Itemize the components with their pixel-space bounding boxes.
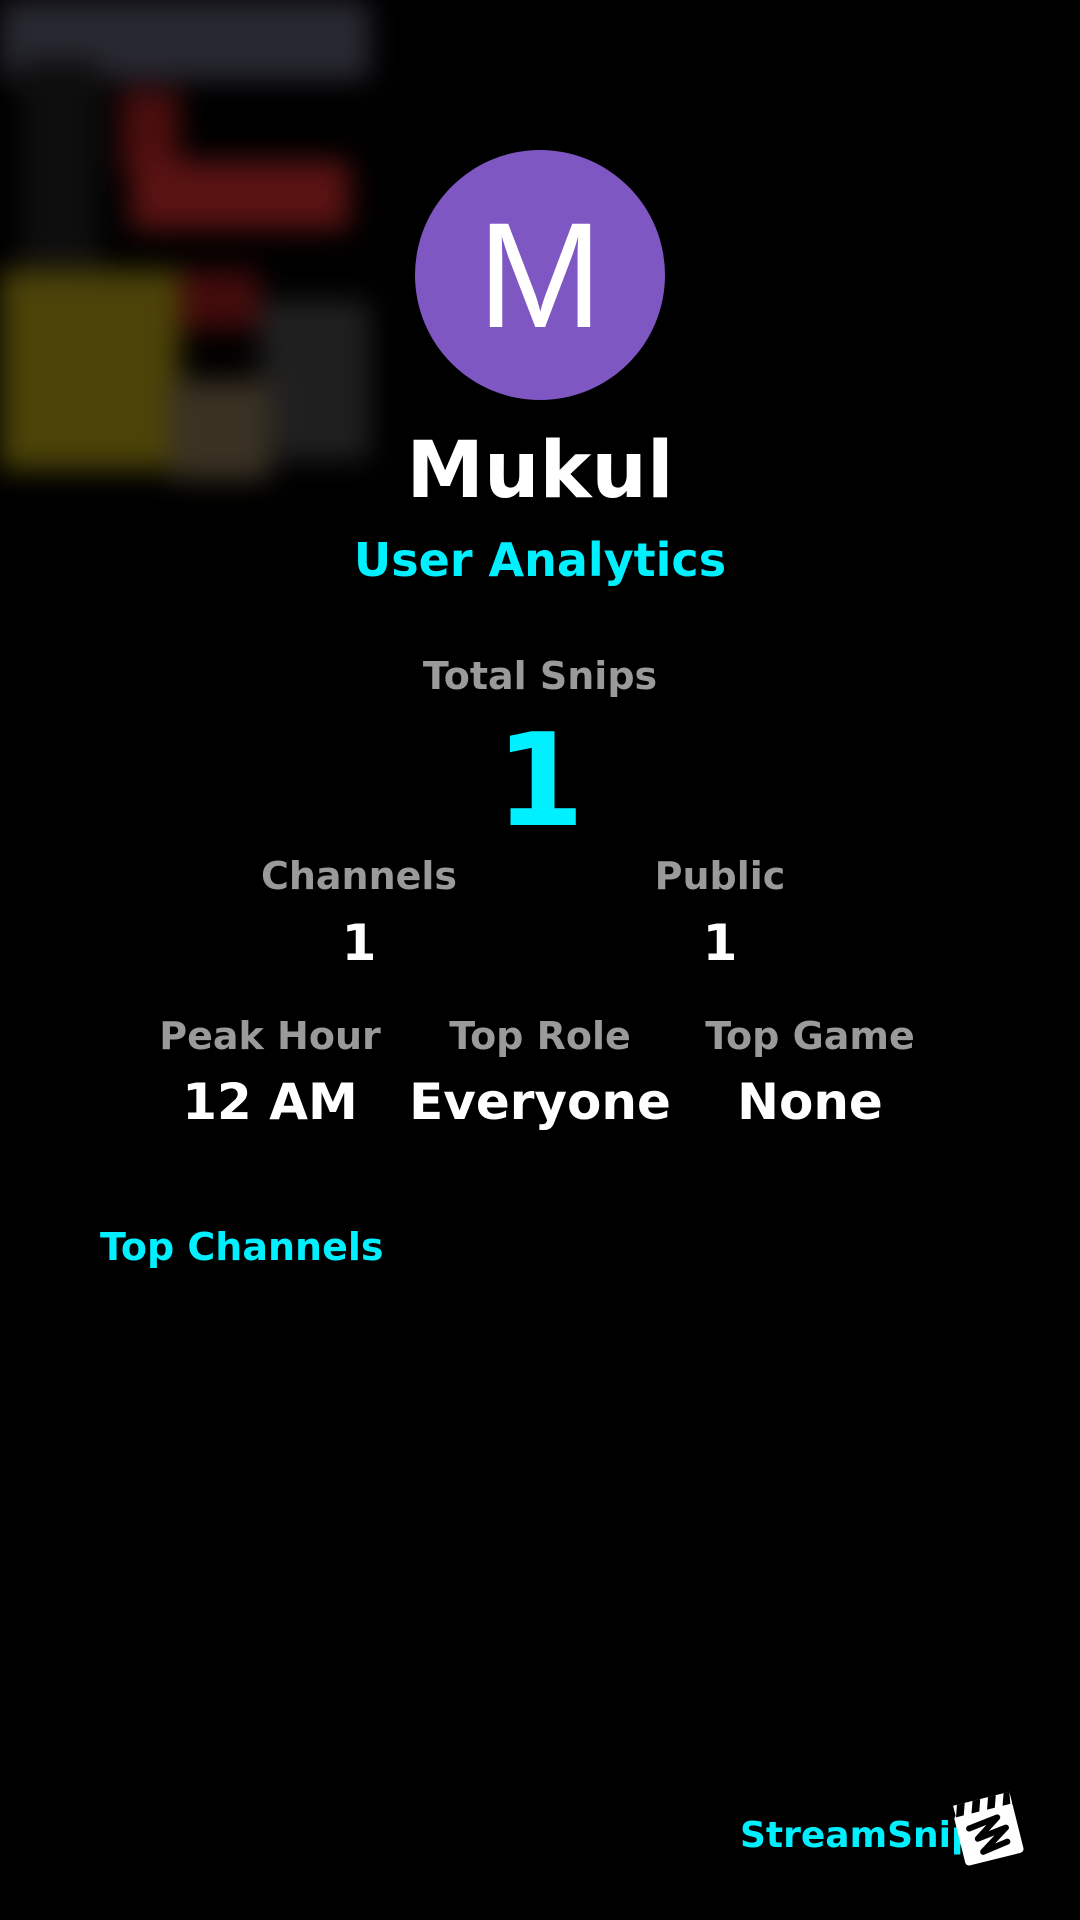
avatar: M	[415, 150, 665, 400]
channels-label: Channels	[260, 854, 458, 898]
brand-name: StreamSnip	[740, 1815, 977, 1856]
avatar-initial: M	[477, 191, 603, 359]
blurred-thumbnail-image	[0, 0, 370, 490]
channels-value: 1	[341, 914, 377, 972]
peak-hour-value: 12 AM	[182, 1073, 358, 1131]
top-role-value: Everyone	[409, 1073, 671, 1131]
top-role-label: Top Role	[449, 1014, 631, 1058]
username: Mukul	[406, 426, 674, 516]
page-subtitle: User Analytics	[353, 533, 727, 587]
public-label: Public	[654, 854, 786, 898]
top-game-value: None	[737, 1073, 883, 1131]
peak-hour-label: Peak Hour	[159, 1014, 381, 1058]
public-value: 1	[702, 914, 738, 972]
clapperboard-icon	[948, 1790, 1028, 1870]
top-channels-heading: Top Channels	[100, 1225, 384, 1269]
top-game-label: Top Game	[705, 1014, 915, 1058]
total-snips-value: 1	[495, 707, 585, 856]
total-snips-label: Total Snips	[422, 654, 658, 698]
